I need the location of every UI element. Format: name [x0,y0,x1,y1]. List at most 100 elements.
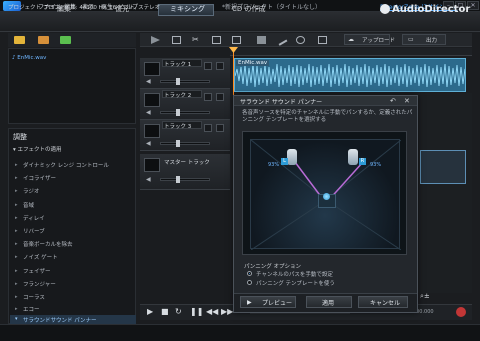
track-thumbnail [144,62,160,76]
speaker-icon: ◀ [146,176,151,183]
track-header[interactable]: トラック 3 ◀ [140,120,230,151]
selected-region[interactable] [420,150,466,184]
pause-icon[interactable]: ❚❚ [190,307,203,316]
upload-icon: ☁ [348,36,354,43]
split-icon[interactable]: ✂ [192,35,199,44]
dialog-description: 各音声ソースを特定のチャンネルに手動でパンするか、定義されたパンニング テンプレ… [242,110,413,123]
master-track-icon [144,158,160,172]
brand-name: AudioDirector [392,4,471,15]
timeline-ruler[interactable] [230,48,472,56]
media-toolbar [8,33,136,47]
record-button[interactable] [456,307,466,317]
track-thumbnail [144,124,160,138]
effects-header[interactable]: ▾ エフェクトの適用 [13,145,62,153]
track-thumbnail [144,93,160,107]
fast-forward-icon[interactable]: ▶▶ [221,307,233,316]
media-library[interactable]: ♪ EnMic.wav [8,48,136,124]
mode-bar [0,12,480,32]
effect-item[interactable]: フェイザー [23,267,51,275]
mute-button[interactable] [204,124,212,132]
volume-slider-knob[interactable] [176,109,180,116]
loop-play-icon[interactable]: ↻ [175,307,182,316]
master-track-name: マスター トラック [164,160,210,166]
effect-item[interactable]: ダイナミック レンジ コントロール [23,161,109,169]
master-track-header[interactable]: マスター トラック ◀ [140,154,230,190]
dialog-title: サラウンド サウンド パンナー [240,99,323,106]
export-label: 出力 [426,38,438,44]
volume-slider-knob[interactable] [176,140,180,147]
chevron-right-icon: ▸ [15,241,18,247]
effect-item[interactable]: イコライザー [23,174,56,182]
status-text: プロジェクト プロファイル: 44100 Hz, 16-ビット, ステレオ [8,5,161,11]
media-item-label: EnMic.wav [17,55,47,61]
solo-button[interactable] [216,93,224,101]
delete-icon[interactable] [257,36,266,44]
effect-item-active-label: サラウンドサウンド パンナー [23,318,97,324]
effect-item[interactable]: コーラス [23,293,45,301]
folder-add-icon[interactable] [60,36,71,44]
chevron-right-icon: ▸ [15,215,18,221]
chevron-right-icon: ▸ [15,162,18,168]
volume-slider[interactable] [160,142,210,145]
effect-item[interactable]: 音域 [23,201,34,209]
track-header-empty [140,190,230,304]
volume-slider[interactable] [160,80,210,83]
radio-template-label[interactable]: パンニング テンプレートを使う [256,279,335,287]
export-icon: ▭ [408,36,414,43]
copy-icon[interactable] [232,36,241,44]
marker-icon[interactable] [296,36,305,44]
volume-slider-knob[interactable] [176,78,180,85]
track-header[interactable]: トラック 2 ◀ [140,89,230,120]
chevron-right-icon: ▸ [15,188,18,194]
master-volume-slider-knob[interactable] [176,176,180,183]
adjust-title: 調整 [13,133,27,141]
left-speaker-icon[interactable] [287,149,297,165]
effect-item[interactable]: ノイズ ゲート [23,253,58,261]
rewind-icon[interactable]: ◀◀ [206,307,218,316]
track-name: トラック 1 [164,62,192,68]
media-item[interactable]: ♪ EnMic.wav [12,55,46,61]
master-volume-slider[interactable] [160,178,210,181]
chevron-right-icon: ▸ [15,268,18,274]
effect-item[interactable]: リバーブ [23,227,45,235]
stop-icon[interactable]: ■ [161,307,169,316]
status-bar [0,324,480,341]
mute-button[interactable] [204,93,212,101]
track-header[interactable]: トラック 1 ◀ [140,58,230,89]
tab-create-cd[interactable]: CD の作成 [232,4,266,14]
close-icon[interactable]: ✕ [404,97,410,105]
radio-manual-panning[interactable] [247,271,252,276]
listener-icon[interactable] [323,193,330,200]
zoom-icon[interactable]: ⌕± [420,292,430,301]
trim-icon[interactable] [212,36,221,44]
effect-item[interactable]: 音楽ボーカルを除去 [23,240,73,248]
clip-label: EnMic.wav [236,60,270,66]
loop-icon[interactable] [318,36,327,44]
volume-slider[interactable] [160,111,210,114]
radio-manual-label[interactable]: チャンネルのパスを手動で設定 [256,270,333,278]
undo-icon[interactable]: ↶ [390,97,396,105]
solo-button[interactable] [216,124,224,132]
chevron-right-icon: ▸ [15,281,18,287]
folder-export-icon[interactable] [38,36,49,44]
speaker-icon: ◀ [146,140,151,147]
cancel-label: キャンセル [370,300,401,307]
left-percent: 93% [268,162,280,168]
effect-item[interactable]: フランジャー [23,280,56,288]
effect-item[interactable]: エコー [23,305,40,313]
mute-button[interactable] [204,62,212,70]
solo-button[interactable] [216,62,224,70]
right-percent: 93% [370,162,382,168]
effect-item[interactable]: ディレイ [23,214,45,222]
effect-item-active[interactable]: ▾ サラウンドサウンド パンナー [10,315,136,324]
right-channel-badge: R [359,158,366,165]
upload-label: アップロード [362,38,396,44]
radio-template-panning[interactable] [247,280,252,285]
effect-item[interactable]: ラジオ [23,187,39,195]
add-track-icon[interactable] [172,36,181,44]
effects-header-label: エフェクトの適用 [17,147,62,153]
play-icon[interactable]: ▶ [147,307,153,316]
right-speaker-icon[interactable] [348,149,358,165]
tab-mixing-label: ミキシング [170,5,205,13]
folder-import-icon[interactable] [14,36,25,44]
